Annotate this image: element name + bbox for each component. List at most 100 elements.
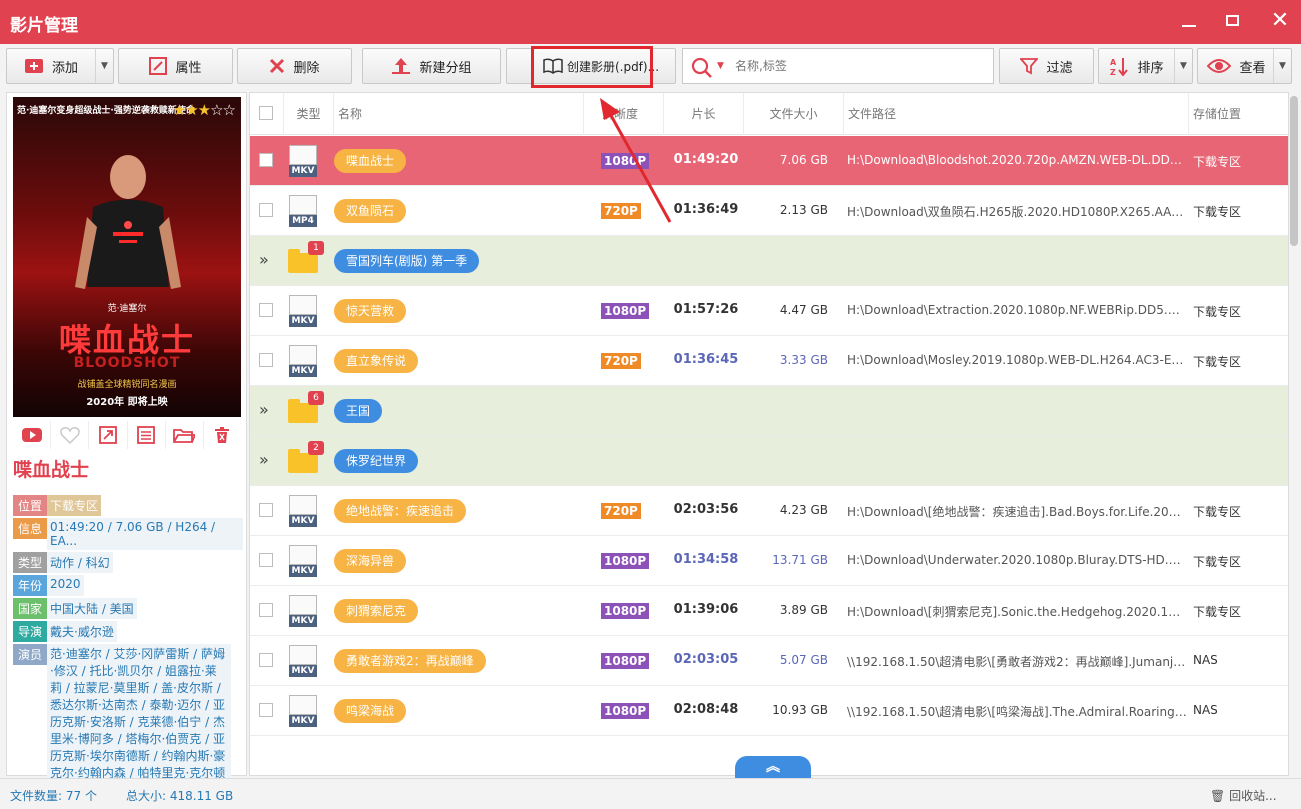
star-icon[interactable]: ★ bbox=[198, 101, 211, 119]
movie-name[interactable]: 惊天营救 bbox=[334, 299, 407, 323]
table-row[interactable]: MKV 深海异兽 1080P 01:34:58 13.71 GB H:\Download\… bbox=[250, 536, 1288, 586]
properties-button[interactable]: 属性 bbox=[118, 48, 233, 84]
movie-name[interactable]: 深海异兽 bbox=[334, 549, 407, 573]
expand-icon[interactable]: » bbox=[259, 450, 269, 469]
video-file-icon: MKV bbox=[289, 645, 317, 677]
star-icon[interactable]: ★ bbox=[173, 101, 186, 119]
table-row[interactable]: MKV 直立象传说 720P 01:36:45 3.33 GB H:\Download\M… bbox=[250, 336, 1288, 386]
favorite-button[interactable] bbox=[51, 421, 90, 449]
storage-location: 下载专区 bbox=[1193, 205, 1242, 219]
row-checkbox[interactable] bbox=[259, 653, 273, 667]
info-value-location[interactable]: 下载专区 bbox=[47, 495, 102, 516]
header-select-all[interactable] bbox=[250, 93, 284, 135]
file-format: MKV bbox=[289, 615, 317, 627]
minimize-button[interactable] bbox=[1175, 8, 1203, 34]
group-row[interactable]: » 2 侏罗纪世界 bbox=[250, 436, 1288, 486]
table-row[interactable]: MP4 双鱼陨石 720P 01:36:49 2.13 GB H:\Download\双鱼… bbox=[250, 186, 1288, 236]
group-name[interactable]: 雪国列车(剧版) 第一季 bbox=[334, 249, 480, 273]
view-dropdown-icon[interactable]: ▼ bbox=[1273, 49, 1291, 83]
video-file-icon: MKV bbox=[289, 695, 317, 727]
group-name[interactable]: 侏罗纪世界 bbox=[334, 449, 419, 473]
group-row[interactable]: » 1 雪国列车(剧版) 第一季 bbox=[250, 236, 1288, 286]
filter-button[interactable]: 过滤 bbox=[999, 48, 1094, 84]
expand-icon[interactable]: » bbox=[259, 400, 269, 419]
add-icon bbox=[24, 58, 44, 74]
movie-name[interactable]: 鸣梁海战 bbox=[334, 699, 407, 723]
open-folder-button[interactable] bbox=[166, 421, 204, 449]
search-dropdown-icon[interactable]: ▼ bbox=[717, 61, 724, 71]
table-row[interactable]: MKV 刺猬索尼克 1080P 01:39:06 3.89 GB H:\Download\… bbox=[250, 586, 1288, 636]
info-row-location: 位置 下载专区 bbox=[13, 495, 243, 516]
trash-button[interactable] bbox=[204, 421, 241, 449]
star-icon[interactable]: ★ bbox=[185, 101, 198, 119]
table-row[interactable]: MKV 惊天营救 1080P 01:57:26 4.47 GB H:\Download\E… bbox=[250, 286, 1288, 336]
movie-name[interactable]: 绝地战警：疾速追击 bbox=[334, 499, 467, 523]
sort-dropdown-icon[interactable]: ▼ bbox=[1174, 49, 1192, 83]
poster-actor: 范·迪塞尔 bbox=[107, 304, 147, 314]
table-row[interactable]: MKV 绝地战警：疾速追击 720P 02:03:56 4.23 GB H:\Downlo… bbox=[250, 486, 1288, 536]
folder-icon: 2 bbox=[288, 441, 324, 473]
movie-name[interactable]: 直立象传说 bbox=[334, 349, 419, 373]
play-button[interactable] bbox=[13, 421, 52, 449]
select-all-checkbox[interactable] bbox=[259, 106, 273, 120]
rating-stars[interactable]: ★★★☆☆ bbox=[173, 101, 236, 119]
vertical-scrollbar[interactable] bbox=[1290, 96, 1298, 246]
expand-icon[interactable]: » bbox=[259, 250, 269, 269]
movie-name[interactable]: 喋血战士 bbox=[334, 149, 407, 173]
row-checkbox[interactable] bbox=[259, 603, 273, 617]
header-storage[interactable]: 存储位置 bbox=[1189, 93, 1288, 135]
scroll-top-button[interactable]: ︽ bbox=[735, 756, 811, 778]
info-label: 信息 bbox=[13, 518, 47, 539]
row-checkbox[interactable] bbox=[259, 153, 273, 167]
row-checkbox[interactable] bbox=[259, 353, 273, 367]
header-duration[interactable]: 片长 bbox=[664, 93, 744, 135]
table-row[interactable]: MKV 喋血战士 1080P 01:49:20 7.06 GB H:\Download\B… bbox=[250, 136, 1288, 186]
table-row[interactable]: MKV 勇敢者游戏2：再战巅峰 1080P 02:03:05 5.07 GB \\192.… bbox=[250, 636, 1288, 686]
row-checkbox[interactable] bbox=[259, 303, 273, 317]
details-list-button[interactable] bbox=[128, 421, 166, 449]
view-label: 查看 bbox=[1239, 60, 1266, 76]
group-count-badge: 1 bbox=[308, 241, 324, 255]
info-value-year[interactable]: 2020 bbox=[47, 575, 84, 596]
info-value-country[interactable]: 中国大陆 / 美国 bbox=[47, 598, 137, 619]
file-path: H:\Download\Underwater.2020.1080p.Bluray… bbox=[847, 553, 1187, 567]
row-checkbox[interactable] bbox=[259, 503, 273, 517]
add-dropdown-icon[interactable]: ▼ bbox=[95, 49, 113, 83]
delete-button[interactable]: 删除 bbox=[237, 48, 352, 84]
group-name[interactable]: 王国 bbox=[334, 399, 383, 423]
maximize-button[interactable] bbox=[1218, 8, 1246, 34]
new-group-icon bbox=[391, 57, 411, 75]
star-empty-icon[interactable]: ☆ bbox=[223, 101, 236, 119]
movie-name[interactable]: 刺猬索尼克 bbox=[334, 599, 419, 623]
row-checkbox[interactable] bbox=[259, 553, 273, 567]
info-value-director[interactable]: 戴夫·威尔逊 bbox=[47, 621, 117, 642]
new-group-button[interactable]: 新建分组 bbox=[362, 48, 501, 84]
file-path: H:\Download\Bloodshot.2020.720p.AMZN.WEB… bbox=[847, 153, 1187, 167]
star-empty-icon[interactable]: ☆ bbox=[210, 101, 223, 119]
header-resolution[interactable]: 清晰度 bbox=[584, 93, 664, 135]
row-checkbox[interactable] bbox=[259, 703, 273, 717]
movie-name[interactable]: 勇敢者游戏2：再战巅峰 bbox=[334, 649, 486, 673]
view-button[interactable]: 查看 ▼ bbox=[1197, 48, 1292, 84]
row-checkbox[interactable] bbox=[259, 203, 273, 217]
add-button[interactable]: 添加 ▼ bbox=[6, 48, 114, 84]
storage-location: 下载专区 bbox=[1193, 555, 1242, 569]
header-size[interactable]: 文件大小 bbox=[744, 93, 844, 135]
movie-name[interactable]: 双鱼陨石 bbox=[334, 199, 407, 223]
header-path[interactable]: 文件路径 bbox=[844, 93, 1189, 135]
info-label: 国家 bbox=[13, 598, 47, 619]
group-row[interactable]: » 6 王国 bbox=[250, 386, 1288, 436]
table-row[interactable]: MKV 鸣梁海战 1080P 02:08:48 10.93 GB \\192.168.1.… bbox=[250, 686, 1288, 736]
close-button[interactable]: ✕ bbox=[1266, 8, 1294, 34]
header-type[interactable]: 类型 bbox=[284, 93, 334, 135]
recycle-bin-link[interactable]: 🗑 回收站... bbox=[1210, 787, 1277, 804]
info-value-genre[interactable]: 动作 / 科幻 bbox=[47, 552, 113, 573]
header-name[interactable]: 名称 bbox=[334, 93, 584, 135]
open-external-button[interactable] bbox=[89, 421, 128, 449]
info-value-cast[interactable]: 范·迪塞尔 / 艾莎·冈萨雷斯 / 萨姆·修汉 / 托比·凯贝尔 / 姐露拉·莱… bbox=[47, 644, 231, 784]
movie-table: 类型 名称 清晰度 片长 文件大小 文件路径 存储位置 MKV 喋血战士 1080P… bbox=[249, 92, 1289, 776]
movie-poster[interactable]: 范·迪塞尔变身超级战士·强势逆袭救赎新使命 ★★★☆☆ 范·迪塞尔 喋血战士 B… bbox=[13, 97, 241, 417]
search-box[interactable]: ▼ bbox=[682, 48, 994, 84]
search-input[interactable] bbox=[735, 56, 985, 76]
sort-button[interactable]: AZ 排序 ▼ bbox=[1098, 48, 1193, 84]
